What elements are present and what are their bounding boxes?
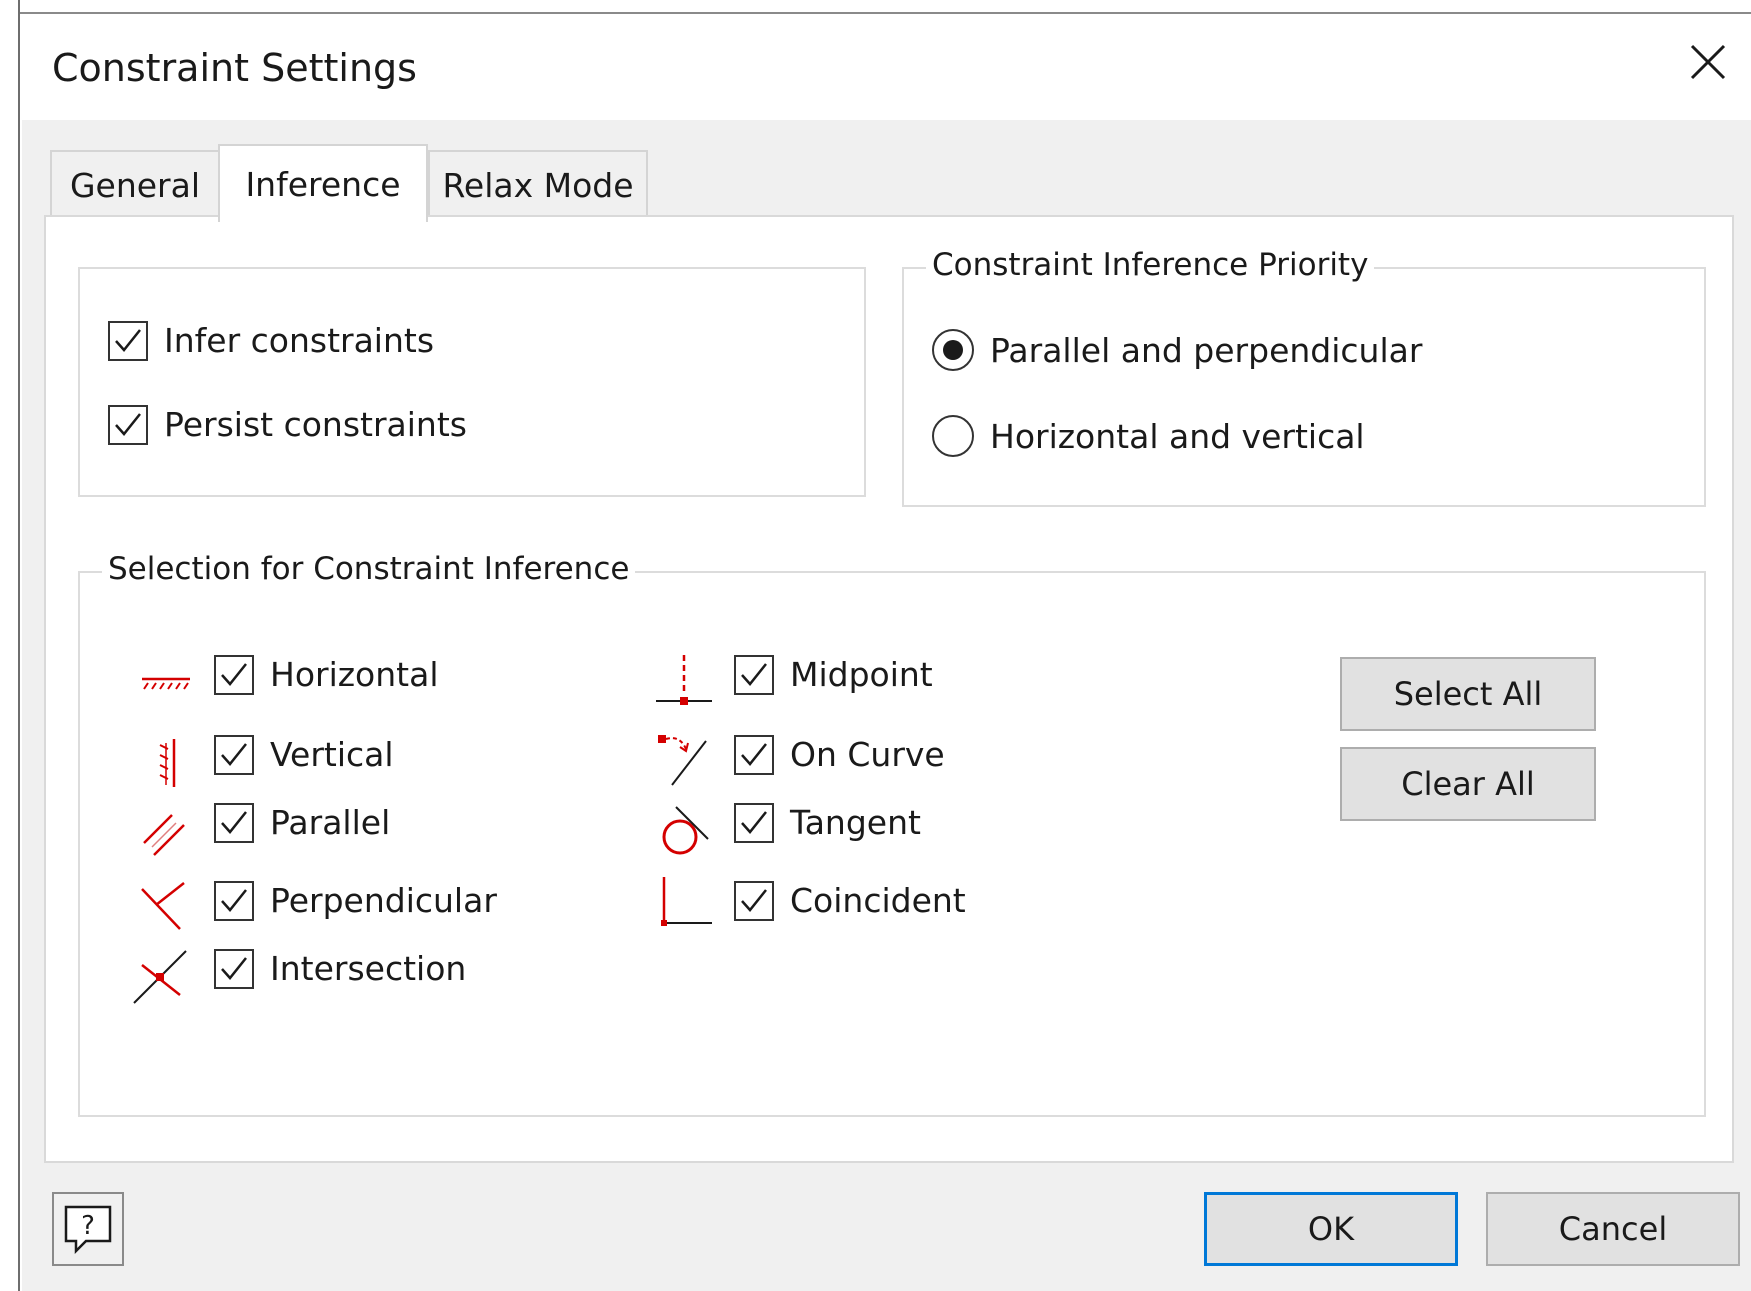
horizontal-vertical-radio[interactable]	[932, 415, 974, 457]
select-all-button[interactable]: Select All	[1340, 657, 1596, 731]
intersection-constraint-icon	[133, 950, 187, 1004]
help-button[interactable]: ?	[52, 1192, 124, 1266]
infer-constraints-checkbox[interactable]	[108, 321, 148, 361]
cancel-button[interactable]: Cancel	[1486, 1192, 1740, 1266]
perpendicular-label: Perpendicular	[270, 881, 497, 920]
midpoint-label: Midpoint	[790, 655, 933, 694]
coincident-label: Coincident	[790, 881, 966, 920]
radio-selected-dot	[943, 340, 963, 360]
intersection-checkbox[interactable]	[214, 949, 254, 989]
constraint-inference-priority-group: Constraint Inference Priority Parallel a…	[902, 247, 1706, 507]
ok-button[interactable]: OK	[1204, 1192, 1458, 1266]
tangent-checkbox[interactable]	[734, 803, 774, 843]
horizontal-vertical-label: Horizontal and vertical	[990, 417, 1365, 456]
tab-inference[interactable]: Inference	[218, 144, 428, 222]
on-curve-checkbox[interactable]	[734, 735, 774, 775]
tab-relax-mode[interactable]: Relax Mode	[428, 150, 648, 218]
svg-text:?: ?	[81, 1211, 95, 1241]
parallel-constraint-icon	[143, 814, 185, 856]
vertical-label: Vertical	[270, 735, 394, 774]
midpoint-checkbox[interactable]	[734, 655, 774, 695]
horizontal-checkbox[interactable]	[214, 655, 254, 695]
help-icon: ?	[64, 1205, 112, 1255]
horizontal-label: Horizontal	[270, 655, 439, 694]
priority-group-legend: Constraint Inference Priority	[926, 247, 1375, 283]
horizontal-constraint-icon	[142, 677, 190, 690]
parallel-perpendicular-radio[interactable]	[932, 329, 974, 371]
perpendicular-checkbox[interactable]	[214, 881, 254, 921]
selection-for-constraint-inference-group: Selection for Constraint Inference Horiz…	[78, 551, 1706, 1117]
persist-constraints-checkbox[interactable]	[108, 405, 148, 445]
vertical-checkbox[interactable]	[214, 735, 254, 775]
coincident-constraint-icon	[661, 877, 712, 926]
selection-group-legend: Selection for Constraint Inference	[102, 551, 636, 587]
on-curve-label: On Curve	[790, 735, 945, 774]
parallel-label: Parallel	[270, 803, 391, 842]
persist-constraints-label: Persist constraints	[164, 405, 467, 444]
parallel-checkbox[interactable]	[214, 803, 254, 843]
intersection-label: Intersection	[270, 949, 467, 988]
infer-constraints-label: Infer constraints	[164, 321, 435, 360]
perpendicular-constraint-icon	[141, 882, 185, 930]
close-icon	[1690, 44, 1726, 80]
inference-tab-panel: Infer constraints Persist constraints Co…	[44, 215, 1734, 1163]
tab-general[interactable]: General	[50, 150, 220, 218]
coincident-checkbox[interactable]	[734, 881, 774, 921]
inference-options-group: Infer constraints Persist constraints	[78, 267, 866, 497]
vertical-constraint-icon	[159, 739, 176, 787]
clear-all-button[interactable]: Clear All	[1340, 747, 1596, 821]
tangent-constraint-icon	[662, 806, 709, 855]
midpoint-constraint-icon	[656, 655, 712, 705]
tangent-label: Tangent	[790, 803, 921, 842]
parallel-perpendicular-label: Parallel and perpendicular	[990, 331, 1423, 370]
close-button[interactable]	[1680, 36, 1736, 92]
dialog-title: Constraint Settings	[52, 46, 417, 90]
on-curve-constraint-icon	[658, 735, 707, 786]
window-left-edge	[0, 0, 20, 1291]
